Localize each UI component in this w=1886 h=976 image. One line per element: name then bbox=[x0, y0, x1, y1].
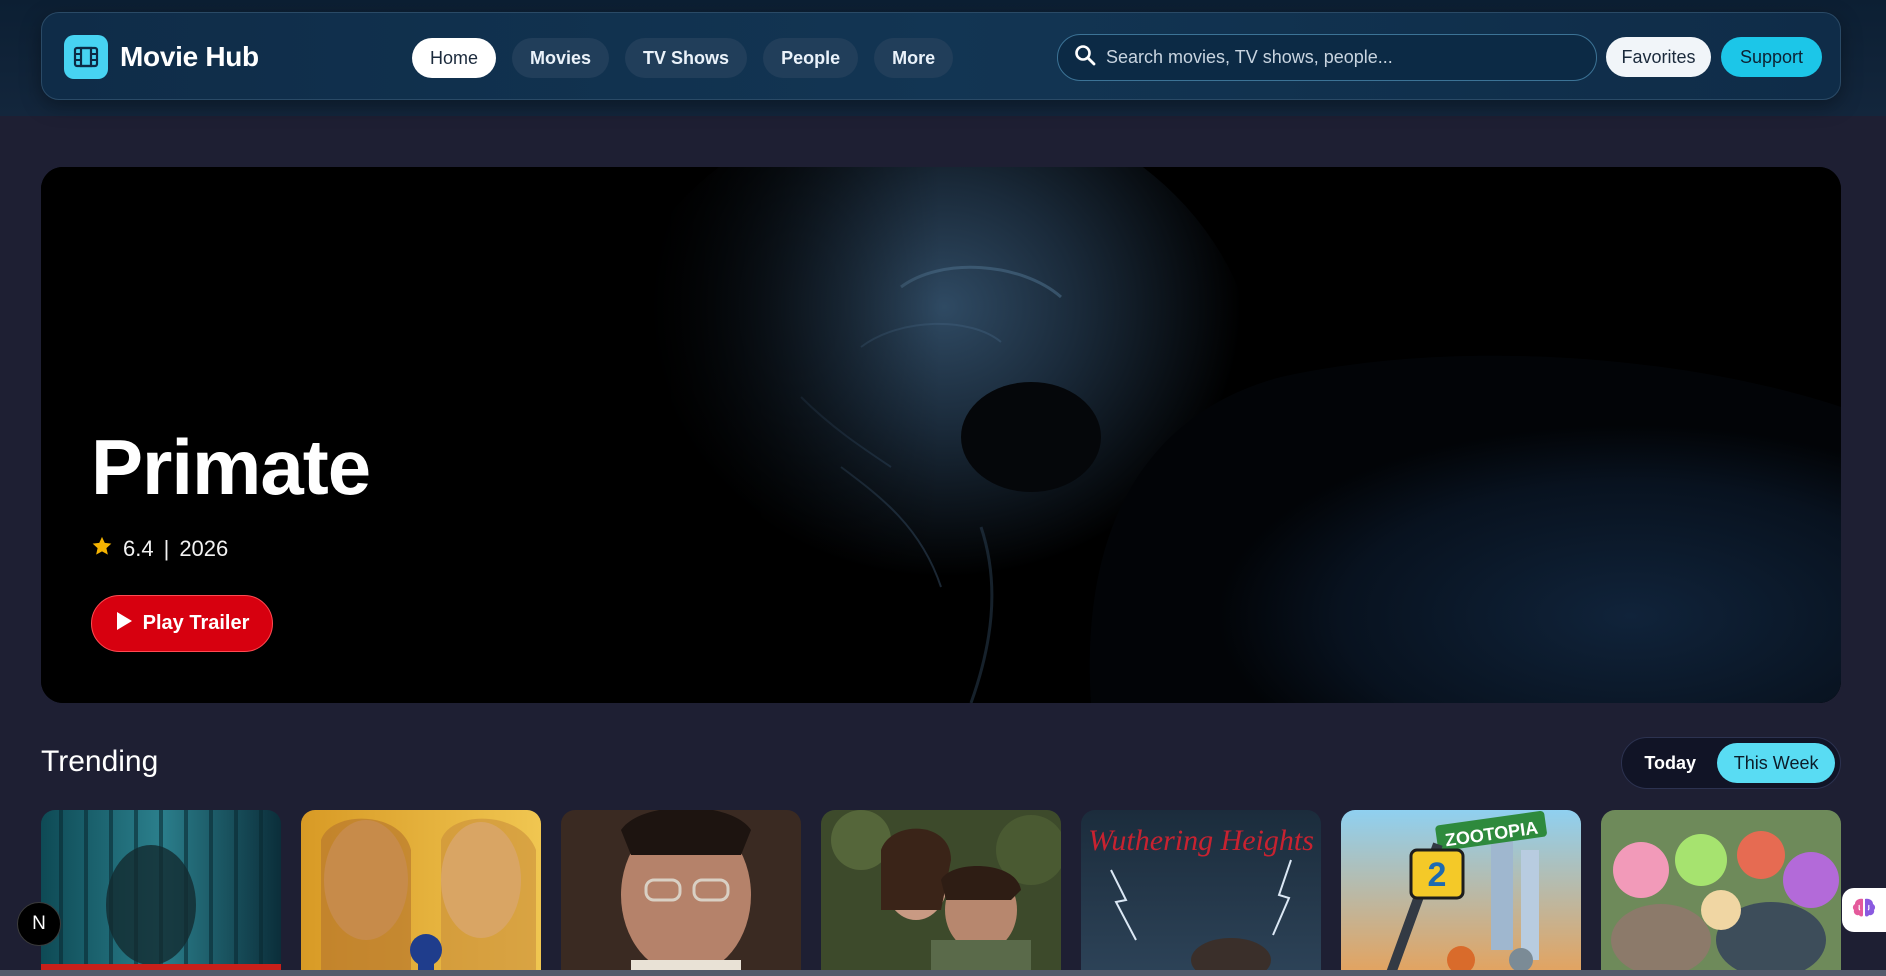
nav-more[interactable]: More bbox=[874, 38, 954, 78]
assistant-button[interactable] bbox=[1842, 888, 1886, 932]
favorites-button[interactable]: Favorites bbox=[1606, 37, 1711, 77]
hero-year: 2026 bbox=[179, 536, 229, 561]
poster-card[interactable] bbox=[41, 810, 281, 976]
nav-tv-shows[interactable]: TV Shows bbox=[625, 38, 748, 78]
hero-rating: 6.4 bbox=[123, 536, 154, 561]
star-icon bbox=[91, 535, 113, 563]
poster-card[interactable]: ZOOTOPIA 2 bbox=[1341, 810, 1581, 976]
poster-image bbox=[561, 810, 801, 976]
film-icon bbox=[64, 35, 108, 79]
horizontal-scrollbar[interactable] bbox=[0, 970, 1886, 976]
poster-image bbox=[1601, 810, 1841, 976]
toggle-this-week[interactable]: This Week bbox=[1717, 743, 1835, 783]
nav-links: Home Movies TV Shows People More bbox=[412, 38, 954, 78]
poster-card[interactable] bbox=[561, 810, 801, 976]
poster-image bbox=[821, 810, 1061, 976]
trending-poster-row: Wuthering Heights ZOOTOPIA 2 bbox=[41, 810, 1841, 976]
poster-card[interactable] bbox=[1601, 810, 1841, 976]
brain-icon bbox=[1851, 896, 1877, 925]
top-navbar: Movie Hub Home Movies TV Shows People Mo… bbox=[41, 12, 1841, 100]
nav-movies[interactable]: Movies bbox=[512, 38, 610, 78]
poster-image: Wuthering Heights bbox=[1081, 810, 1321, 976]
toggle-today[interactable]: Today bbox=[1627, 743, 1713, 783]
poster-card[interactable]: Wuthering Heights bbox=[1081, 810, 1321, 976]
search-icon bbox=[1074, 44, 1096, 71]
brand-name: Movie Hub bbox=[120, 41, 259, 72]
poster-card[interactable] bbox=[301, 810, 541, 976]
trending-time-toggle: Today This Week bbox=[1621, 737, 1841, 789]
search-input[interactable]: Search movies, TV shows, people... bbox=[1057, 34, 1597, 81]
hero-separator: | bbox=[163, 536, 170, 561]
hero-title: Primate bbox=[91, 423, 371, 511]
poster-image bbox=[41, 810, 281, 976]
support-button[interactable]: Support bbox=[1721, 37, 1822, 77]
hero-banner: Primate 6.4 | 2026 Play Trailer bbox=[41, 167, 1841, 703]
nav-home[interactable]: Home bbox=[412, 38, 497, 78]
next-dev-indicator[interactable]: N bbox=[17, 902, 61, 946]
hero-meta: 6.4 | 2026 bbox=[91, 535, 228, 563]
trending-title: Trending bbox=[41, 745, 159, 778]
search-placeholder: Search movies, TV shows, people... bbox=[1106, 47, 1393, 67]
poster-image bbox=[301, 810, 541, 976]
nav-people[interactable]: People bbox=[763, 38, 859, 78]
play-trailer-label: Play Trailer bbox=[142, 612, 250, 634]
svg-text:2: 2 bbox=[1428, 856, 1447, 894]
poster-card[interactable] bbox=[821, 810, 1061, 976]
play-icon bbox=[115, 611, 133, 637]
poster-image: ZOOTOPIA 2 bbox=[1341, 810, 1581, 976]
play-trailer-button[interactable]: Play Trailer bbox=[91, 595, 273, 652]
poster-title-text: Wuthering Heights bbox=[1088, 824, 1314, 857]
brand[interactable]: Movie Hub bbox=[64, 35, 259, 79]
